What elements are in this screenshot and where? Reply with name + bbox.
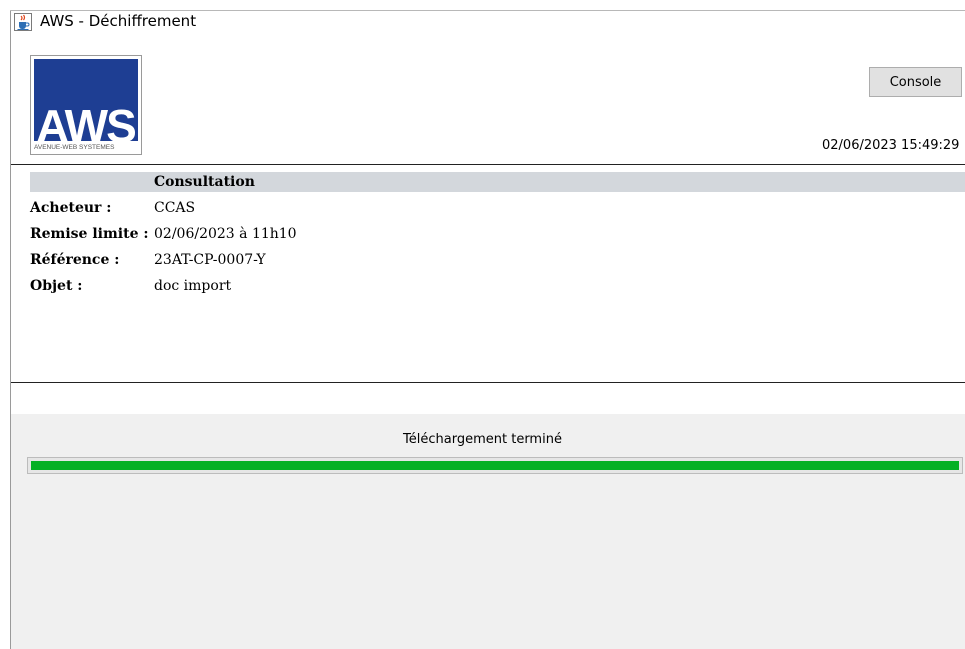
window-title: AWS - Déchiffrement xyxy=(40,12,197,30)
info-divider xyxy=(11,382,965,383)
status-text: Téléchargement terminé xyxy=(403,432,562,447)
field-label-acheteur: Acheteur : xyxy=(30,200,112,216)
java-cup-icon xyxy=(14,13,32,31)
progress-bar xyxy=(27,457,963,474)
datetime-label: 02/06/2023 15:49:29 xyxy=(822,138,960,153)
progress-bar-fill xyxy=(31,461,959,470)
field-value-remise-limite: 02/06/2023 à 11h10 xyxy=(154,226,297,242)
field-value-reference: 23AT-CP-0007-Y xyxy=(154,252,266,268)
console-button[interactable]: Console xyxy=(869,67,962,97)
field-value-acheteur: CCAS xyxy=(154,200,196,216)
field-label-reference: Référence : xyxy=(30,252,120,268)
header-divider xyxy=(11,164,965,165)
aws-logo: AWS AVENUE-WEB SYSTEMES xyxy=(30,55,142,155)
field-value-objet: doc import xyxy=(154,278,232,294)
status-panel xyxy=(11,414,965,649)
field-label-objet: Objet : xyxy=(30,278,83,294)
field-label-remise-limite: Remise limite : xyxy=(30,226,149,242)
logo-block: AWS xyxy=(34,59,138,141)
logo-text: AWS xyxy=(36,100,137,141)
logo-subtitle: AVENUE-WEB SYSTEMES xyxy=(34,144,115,151)
consultation-title: Consultation xyxy=(154,174,255,190)
